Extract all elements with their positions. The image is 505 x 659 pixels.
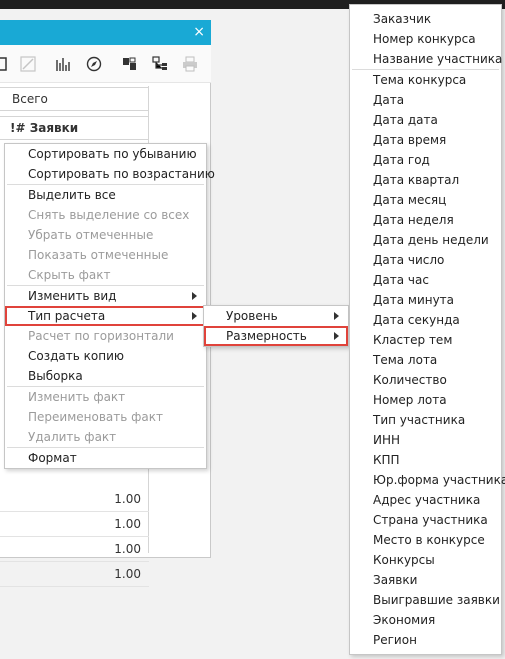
header-measure-label: Заявки	[29, 121, 79, 135]
dimension-item[interactable]: Количество	[350, 370, 501, 390]
menu-item-sort-asc[interactable]: Сортировать по возрастанию	[5, 164, 215, 184]
menu-item-select-all[interactable]: Выделить все	[5, 185, 206, 205]
dimension-item[interactable]: Дата квартал	[350, 170, 501, 190]
menu-item-rename-fact: Переименовать факт	[28, 410, 163, 424]
dimension-list-menu: Заказчик Номер конкурса Название участни…	[349, 4, 505, 655]
calc-type-submenu: Уровень Размерность	[203, 305, 349, 347]
dimension-item[interactable]: Страна участника	[350, 510, 501, 530]
dimension-item[interactable]: Дата год	[350, 150, 501, 170]
submenu-item-dimension[interactable]: Размерность	[204, 326, 348, 346]
header-measure[interactable]: !# Заявки	[0, 116, 149, 140]
bar-chart-icon[interactable]	[55, 56, 71, 72]
measure-icon: !#	[10, 121, 26, 135]
menu-item-create-copy[interactable]: Создать копию	[5, 346, 206, 366]
print-icon[interactable]	[182, 56, 198, 72]
menu-item-change-view[interactable]: Изменить вид	[5, 286, 206, 306]
table-row[interactable]: 1.00	[0, 562, 149, 587]
submenu-arrow-icon	[334, 312, 339, 320]
grid-icon[interactable]	[0, 56, 8, 72]
menu-item-calc-type-label: Тип расчета	[28, 309, 106, 323]
submenu-arrow-icon	[192, 292, 197, 300]
dimension-item[interactable]: Дата секунда	[350, 310, 501, 330]
dimension-item[interactable]: Адрес участника	[350, 490, 501, 510]
menu-item-edit-fact: Изменить факт	[28, 390, 126, 404]
dimension-item[interactable]: Дата день недели	[350, 230, 501, 250]
submenu-item-level[interactable]: Уровень	[204, 306, 348, 326]
menu-item-calc-horizontal: Расчет по горизонтали	[28, 329, 174, 343]
table-row[interactable]: 1.00	[0, 487, 149, 512]
dimension-item[interactable]: Дата время	[350, 130, 501, 150]
dimension-item[interactable]: Заказчик	[350, 9, 501, 29]
dimension-item[interactable]: Тема конкурса	[350, 70, 501, 90]
header-total[interactable]: Всего	[0, 87, 149, 111]
dimension-item[interactable]: Экономия	[350, 610, 501, 630]
dimension-item[interactable]: Дата	[350, 90, 501, 110]
dimension-item[interactable]: Выигравшие заявки	[350, 590, 501, 610]
menu-item-show-marked: Показать отмеченные	[28, 248, 169, 262]
dimension-item[interactable]: Дата минута	[350, 290, 501, 310]
dimension-items: Тема конкурса Дата Дата дата Дата время Дата…	[350, 70, 505, 650]
dimension-item[interactable]: Номер лота	[350, 390, 501, 410]
edit-icon[interactable]	[20, 56, 36, 72]
submenu-arrow-icon	[334, 332, 339, 340]
menu-item-calc-type[interactable]: Тип расчета	[5, 306, 206, 326]
tree-icon[interactable]	[152, 56, 168, 72]
dimension-item[interactable]: КПП	[350, 450, 501, 470]
dimension-item[interactable]: Место в конкурсе	[350, 530, 501, 550]
dimension-item[interactable]: Конкурсы	[350, 550, 501, 570]
menu-item-delete-fact: Удалить факт	[28, 430, 117, 444]
table-row[interactable]: 1.00	[0, 537, 149, 562]
dimension-item[interactable]: Дата месяц	[350, 190, 501, 210]
menu-item-sort-desc[interactable]: Сортировать по убыванию	[5, 144, 206, 164]
menu-item-unselect-all: Снять выделение со всех	[28, 208, 190, 222]
dimension-item[interactable]: Тема лота	[350, 350, 501, 370]
context-menu: Сортировать по убыванию Сортировать по в…	[4, 143, 215, 469]
dimension-item[interactable]: Кластер тем	[350, 330, 501, 350]
toolbar	[0, 45, 211, 83]
menu-item-selection[interactable]: Выборка	[5, 366, 206, 386]
dimension-item[interactable]: Регион	[350, 630, 501, 650]
table-row[interactable]: 1.00	[0, 512, 149, 537]
dimension-item[interactable]: Тип участника	[350, 410, 501, 430]
compass-icon[interactable]	[86, 56, 102, 72]
submenu-arrow-icon	[192, 312, 197, 320]
close-icon[interactable]: ×	[193, 23, 205, 41]
dimension-item[interactable]: ИНН	[350, 430, 501, 450]
dimension-item[interactable]: Заявки	[350, 570, 501, 590]
dimension-item[interactable]: Дата час	[350, 270, 501, 290]
dimension-item[interactable]: Название участника	[350, 49, 502, 69]
menu-item-format[interactable]: Формат	[5, 448, 206, 468]
submenu-item-level-label: Уровень	[226, 309, 278, 323]
menu-item-hide-fact: Скрыть факт	[28, 268, 111, 282]
dimension-item[interactable]: Дата число	[350, 250, 501, 270]
menu-item-remove-marked: Убрать отмеченные	[28, 228, 154, 242]
dimension-item[interactable]: Дата дата	[350, 110, 501, 130]
submenu-item-dimension-label: Размерность	[226, 329, 307, 343]
menu-item-change-view-label: Изменить вид	[28, 289, 117, 303]
dimension-item[interactable]: Юр.форма участника	[350, 470, 505, 490]
copy-icon[interactable]	[122, 56, 138, 72]
dimension-item[interactable]: Номер конкурса	[350, 29, 501, 49]
window-title-bar: ×	[0, 20, 211, 45]
dimension-item[interactable]: Дата неделя	[350, 210, 501, 230]
